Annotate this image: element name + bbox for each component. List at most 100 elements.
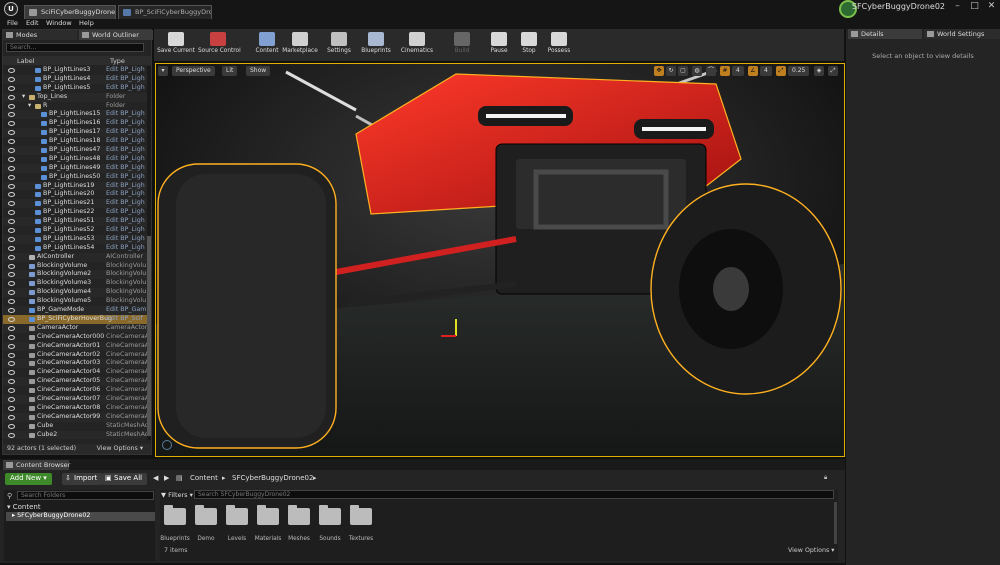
visibility-eye-icon[interactable]: [8, 281, 15, 287]
maximize-viewport-icon[interactable]: ⤢: [828, 66, 838, 76]
folder-icon[interactable]: [288, 505, 310, 525]
visibility-eye-icon[interactable]: [8, 423, 15, 429]
folder-icon[interactable]: [226, 505, 248, 525]
visibility-eye-icon[interactable]: [8, 165, 15, 171]
outliner-row-type[interactable]: Edit BP_Ligh: [106, 182, 145, 191]
outliner-row[interactable]: AIController AIController: [3, 252, 148, 262]
outliner-row-type[interactable]: Edit BP_Ligh: [106, 199, 145, 208]
folder-label[interactable]: Textures: [341, 536, 381, 542]
back-arrow-icon[interactable]: ◀: [153, 474, 158, 482]
visibility-eye-icon[interactable]: [8, 201, 15, 207]
show-button[interactable]: Show: [246, 66, 271, 76]
outliner-row[interactable]: BP_LightLines22 Edit BP_Ligh: [3, 208, 148, 217]
outliner-row[interactable]: ▾ Top_Lines Folder: [3, 92, 148, 102]
visibility-eye-icon[interactable]: [8, 272, 15, 278]
outliner-row[interactable]: BP_LightLines17 Edit BP_Ligh: [3, 128, 148, 138]
visibility-eye-icon[interactable]: [8, 379, 15, 385]
menu-file[interactable]: File: [7, 19, 18, 27]
visibility-eye-icon[interactable]: [8, 405, 15, 411]
close-button[interactable]: ✕: [984, 1, 999, 15]
visibility-eye-icon[interactable]: [8, 245, 15, 251]
outliner-row-type[interactable]: Edit BP_Ligh: [106, 217, 145, 226]
outliner-row[interactable]: BP_GameMode Edit BP_Gam: [3, 306, 148, 315]
visibility-eye-icon[interactable]: [8, 121, 15, 127]
camera-speed-icon[interactable]: ◈: [814, 66, 824, 76]
outliner-row[interactable]: BP_LightLines3 Edit BP_Ligh: [3, 66, 148, 75]
visibility-eye-icon[interactable]: [8, 112, 15, 118]
visibility-eye-icon[interactable]: [8, 148, 15, 154]
visibility-eye-icon[interactable]: [8, 94, 15, 100]
folder-icon[interactable]: [195, 505, 217, 525]
visibility-eye-icon[interactable]: [8, 254, 15, 260]
add-new-button[interactable]: Add New ▾: [5, 473, 52, 485]
outliner-row[interactable]: BlockingVolume5 BlockingVolu: [3, 297, 148, 306]
tab-world-outliner[interactable]: World Outliner: [79, 30, 153, 40]
outliner-row[interactable]: BP_LightLines47 Edit BP_Ligh: [3, 146, 148, 155]
outliner-row[interactable]: BP_LightLines48 Edit BP_Ligh: [3, 155, 148, 164]
outliner-row[interactable]: BlockingVolume BlockingVolu: [3, 262, 148, 271]
scale-snap-icon[interactable]: ⤢: [776, 66, 786, 76]
maximize-button[interactable]: □: [967, 1, 982, 15]
visibility-eye-icon[interactable]: [8, 263, 15, 269]
asset-scrollbar[interactable]: [834, 502, 837, 544]
translate-icon[interactable]: ✥: [654, 66, 664, 76]
outliner-row-type[interactable]: Edit BP_Ligh: [106, 164, 145, 173]
visibility-eye-icon[interactable]: [8, 236, 15, 242]
outliner-row-type[interactable]: Edit BP_Ligh: [106, 226, 145, 235]
scrollbar-thumb[interactable]: [147, 236, 151, 436]
tab-label[interactable]: Details: [861, 30, 884, 38]
settings-button[interactable]: Settings: [319, 31, 359, 60]
breadcrumb-folder[interactable]: SFCyberBuggyDrone02: [232, 474, 313, 482]
visibility-eye-icon[interactable]: [8, 130, 15, 136]
rotation-snap-icon[interactable]: ∠: [748, 66, 758, 76]
save-current-button[interactable]: Save Current: [156, 31, 196, 60]
outliner-row[interactable]: CameraActor CameraActor: [3, 323, 148, 333]
outliner-row[interactable]: Cube StaticMeshAc: [3, 422, 148, 431]
outliner-row-type[interactable]: Edit BP_Ligh: [106, 146, 145, 155]
breadcrumb-content[interactable]: Content: [190, 474, 218, 482]
outliner-row-type[interactable]: Edit BP_Ligh: [106, 235, 145, 244]
column-type[interactable]: Type: [110, 57, 125, 65]
tab-world-settings[interactable]: World Settings: [924, 29, 1000, 39]
folder-icon[interactable]: [257, 505, 279, 525]
outliner-row[interactable]: CineCameraActor08 CineCameraA: [3, 404, 148, 413]
visibility-eye-icon[interactable]: [8, 361, 15, 367]
world-space-icon[interactable]: ◍: [692, 66, 702, 76]
visibility-eye-icon[interactable]: [8, 103, 15, 109]
visibility-eye-icon[interactable]: [8, 316, 15, 322]
import-button[interactable]: ⇩ Import: [62, 473, 103, 485]
tab-content-browser[interactable]: Content Browser: [3, 460, 70, 470]
visibility-eye-icon[interactable]: [8, 85, 15, 91]
outliner-row-type[interactable]: Edit BP_Ligh: [106, 75, 145, 84]
expand-arrow-icon[interactable]: ▾: [28, 102, 31, 111]
outliner-row[interactable]: BlockingVolume2 BlockingVolu: [3, 270, 148, 280]
viewport-options-button[interactable]: ▾: [158, 66, 168, 76]
folder-icon[interactable]: [350, 505, 372, 525]
outliner-row-type[interactable]: Edit BP_Ligh: [106, 208, 145, 217]
visibility-eye-icon[interactable]: [8, 343, 15, 349]
outliner-row[interactable]: BP_LightLines18 Edit BP_Ligh: [3, 137, 148, 146]
outliner-row-type[interactable]: Edit BP_Ligh: [106, 66, 145, 75]
outliner-row[interactable]: BP_LightLines21 Edit BP_Ligh: [3, 199, 148, 209]
search-folders-input[interactable]: Search Folders: [17, 491, 154, 500]
visibility-eye-icon[interactable]: [8, 228, 15, 234]
visibility-eye-icon[interactable]: [8, 352, 15, 358]
level-viewport[interactable]: ▾ Perspective Lit Show ✥ ↻ ▢ ◍ ⌒ # 4 ∠ 4…: [155, 63, 845, 457]
tree-item-content[interactable]: ▾ Content: [7, 503, 41, 511]
folder-icon[interactable]: ▤: [176, 474, 183, 482]
visibility-eye-icon[interactable]: [8, 308, 15, 314]
outliner-row[interactable]: BP_LightLines20 Edit BP_Ligh: [3, 190, 148, 199]
save-all-button[interactable]: ▣ Save All: [102, 473, 148, 485]
outliner-row[interactable]: CineCameraActor04 CineCameraA: [3, 368, 148, 377]
outliner-row[interactable]: CineCameraActor99 CineCameraA: [3, 412, 148, 422]
folder-icon[interactable]: [319, 505, 341, 525]
outliner-row-type[interactable]: Edit BP_Ligh: [106, 128, 145, 137]
document-tab-blueprint[interactable]: BP_SciFiCyberBuggyDron: [118, 5, 212, 19]
filters-button[interactable]: ▼ Filters ▾: [161, 491, 193, 499]
outliner-row[interactable]: CineCameraActor06 CineCameraA: [3, 386, 148, 395]
outliner-row[interactable]: BP_LightLines53 Edit BP_Ligh: [3, 234, 148, 244]
outliner-search-input[interactable]: Search...: [6, 43, 144, 52]
outliner-row[interactable]: CineCameraActor05 CineCameraA: [3, 377, 148, 387]
outliner-row-type[interactable]: Edit BP_Ligh: [106, 190, 145, 199]
outliner-row[interactable]: CineCameraActor03 CineCameraA: [3, 359, 148, 369]
